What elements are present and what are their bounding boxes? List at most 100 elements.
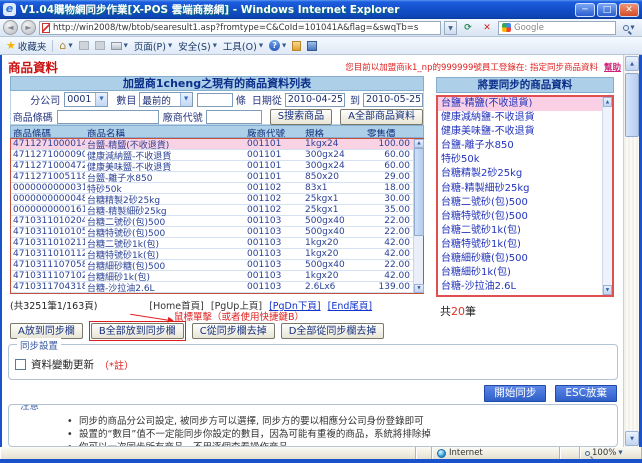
favorites-button[interactable]: ★ 收藏夹 [6,39,46,53]
esc-cancel-button[interactable]: ESC放棄 [555,385,617,402]
branch-value: 0001 [65,94,95,105]
unit-label: 條 [233,92,246,107]
sync-list-item[interactable]: 台糖特號砂(包)500 [438,210,602,224]
tools-menu[interactable]: 工具(O) ▼ [223,39,263,53]
add-all-to-sync-button[interactable]: B全部放到同步欄 [91,323,184,339]
table-scroll-thumb[interactable] [414,148,424,236]
sync-list-item[interactable]: 台糖特號砂1k(包) [438,238,602,252]
address-input[interactable]: http://win2008/tw/btob/searesult1.asp?fr… [39,21,441,35]
toolbar-extra-icon-1[interactable] [292,41,301,51]
vendor-label: 廠商代號 [163,109,203,124]
search-input[interactable]: Google [498,21,616,35]
scroll-up-icon[interactable]: ▲ [625,56,639,71]
cell-barcode: 0000000000031 [11,183,85,193]
vendor-input[interactable] [206,110,262,124]
zoom-control[interactable]: 100% ▼ [580,447,642,459]
url-text: http://win2008/tw/btob/searesult1.asp?fr… [53,23,438,33]
sync-list-item[interactable]: 台糖二號砂(包)500 [438,196,602,210]
sync-list-item[interactable]: 台糖細砂1k(包) [438,266,602,280]
maximize-button[interactable]: □ [597,3,617,17]
date-from-input[interactable] [285,93,345,107]
feeds-icon[interactable] [79,41,89,50]
sync-list-scrollbar[interactable]: ▲ ▼ [602,97,612,295]
forward-button[interactable]: ► [21,20,36,35]
cell-barcode: 4710311010211 [11,238,85,248]
sync-list-item[interactable]: 台鹽-精鹽(不收退貨) [438,97,602,111]
search-products-button[interactable]: S搜索商品 [270,109,332,125]
home-button[interactable]: ⌂ ▼ [59,39,72,52]
title-bar: e V1.04購物網同步作業[X-POS 雲端商務網] - Windows In… [0,0,642,19]
cell-barcode: 0000000000161 [11,205,85,215]
chevron-down-icon: ▼ [618,450,622,456]
cell-spec: 83x1 [303,183,365,193]
date-to-label: 到 [345,92,360,107]
remove-from-sync-button[interactable]: C從同步欄去掉 [192,323,275,339]
start-sync-button[interactable]: 開始同步 [484,385,546,402]
sync-list-item[interactable]: 台糖-沙拉油2.6L [438,280,602,294]
page-type-icon [42,23,50,33]
safety-menu[interactable]: 安全(S) ▼ [178,39,217,53]
refresh-button[interactable]: ⟳ [460,20,476,35]
security-zone: Internet [432,447,560,459]
read-mail-icon[interactable] [95,41,105,50]
date-from-label: 日期從 [246,92,282,107]
search-button[interactable]: ▼ [619,20,639,35]
data-change-update-checkbox[interactable] [15,359,26,370]
help-menu[interactable]: ? ▼ [269,40,286,51]
scroll-up-icon[interactable]: ▲ [414,139,424,148]
page-end-link[interactable]: [End尾頁] [328,301,372,312]
page-scroll-thumb[interactable] [625,73,639,137]
barcode-input[interactable] [57,110,159,124]
magnifier-icon [623,25,629,31]
print-button[interactable]: ▼ [111,42,128,50]
sync-count: 共20筆 [440,303,476,319]
back-button[interactable]: ◄ [3,20,18,35]
cell-vendor: 001103 [245,282,303,292]
table-scrollbar[interactable]: ▲ ▼ [413,139,423,293]
window-frame [0,459,642,463]
page-scrollbar[interactable]: ▲ ▼ [623,55,639,447]
table-header: 商品條碼 商品名稱 廠商代號 規格 零售價 [10,125,424,138]
address-dropdown-button[interactable]: ▼ [444,21,457,35]
sync-list-item[interactable]: 台糖細砂糖(包)500 [438,252,602,266]
sync-list-item[interactable]: 台糖二號砂1k(包) [438,224,602,238]
cell-spec: 850x20 [303,172,365,182]
sync-count-value: 20 [451,305,465,318]
sync-list-item[interactable]: 台糖-精製細砂25kg [438,182,602,196]
scroll-up-icon[interactable]: ▲ [603,97,612,107]
cell-vendor: 001103 [245,227,303,237]
count-input[interactable] [197,93,233,107]
stop-button[interactable]: ✕ [479,20,495,35]
remove-all-from-sync-button[interactable]: D全部從同步欄去掉 [281,323,385,339]
product-rows: 4711271000014台鹽-精鹽(不收退貨)0011011kgx24100.… [11,139,423,293]
date-to-input[interactable] [363,93,423,107]
cell-barcode: 4710311010112 [11,249,85,259]
help-link[interactable]: 幫助 [604,63,621,73]
table-row[interactable]: 4710311704318台糖-沙拉油2.6L0011032.6Lx6139.0… [11,282,423,293]
cell-vendor: 001101 [245,150,303,160]
sync-list-item[interactable]: 台糖精製2砂25kg [438,167,602,181]
status-segment [560,447,580,459]
branch-select[interactable]: 0001 ▼ [64,92,108,107]
toolbar-extra-icon-2[interactable] [307,41,317,51]
close-button[interactable]: ✕ [619,3,639,17]
count-label: 數目 [108,92,136,107]
cell-vendor: 001103 [245,216,303,226]
page-menu[interactable]: 页面(P) ▼ [134,39,172,53]
scroll-down-icon[interactable]: ▼ [414,284,424,293]
all-products-button[interactable]: A全部商品資料 [340,109,423,125]
sync-list-item[interactable]: 台鹽-離子水850 [438,139,602,153]
scroll-down-icon[interactable]: ▼ [603,285,612,295]
cell-spec: 300gx24 [303,150,365,160]
header-spec: 規格 [303,126,365,137]
count-select[interactable]: 最前的 ▼ [139,92,192,107]
globe-icon [437,449,446,458]
minimize-button[interactable]: ─ [575,3,595,17]
sync-list-item[interactable]: 特砂50k [438,153,602,167]
zoom-level: 100% [592,448,616,458]
scroll-down-icon[interactable]: ▼ [625,431,639,446]
add-to-sync-button[interactable]: A放到同步欄 [10,323,83,339]
sync-list-item[interactable]: 健康減納鹽-不收退貨 [438,111,602,125]
sync-list-item[interactable]: 健康美味鹽-不收退貨 [438,125,602,139]
safety-menu-label: 安全(S) [178,39,210,53]
